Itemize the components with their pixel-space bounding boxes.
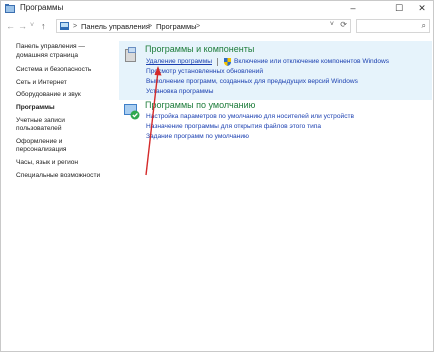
breadcrumb-programs[interactable]: Программы <box>156 21 197 32</box>
sidebar-item-user-accounts[interactable]: пользователей <box>16 125 116 134</box>
search-icon: ⌕ <box>421 21 426 30</box>
sidebar-item-programs[interactable]: Программы <box>16 104 116 113</box>
title-bar: Программы – ☐ ✕ <box>1 1 433 17</box>
shield-icon <box>224 58 231 66</box>
close-button[interactable]: ✕ <box>411 1 433 15</box>
maximize-button[interactable]: ☐ <box>388 1 410 15</box>
control-panel-window: Программы – ☐ ✕ ← → ˅ ↑ > Панель управле… <box>0 0 434 352</box>
sidebar-item-hardware-sound[interactable]: Оборудование и звук <box>16 91 116 100</box>
file-type-association-link[interactable]: Назначение программы для открытия файлов… <box>146 123 321 131</box>
sidebar-item-network[interactable]: Сеть и Интернет <box>16 79 116 88</box>
uninstall-program-link[interactable]: Удаление программы <box>146 58 212 66</box>
turn-windows-features-link[interactable]: Включение или отключение компонентов Win… <box>234 58 389 66</box>
sidebar: Панель управления — домашняя страница Си… <box>16 43 116 180</box>
back-arrow-icon[interactable]: ← <box>6 20 15 32</box>
category-title-default-programs[interactable]: Программы по умолчанию <box>145 100 255 110</box>
sidebar-item-appearance[interactable]: Оформление и <box>16 138 116 147</box>
search-box[interactable]: ⌕ <box>356 19 430 33</box>
breadcrumb-separator: > <box>73 23 78 30</box>
up-arrow-icon[interactable]: ↑ <box>41 20 46 32</box>
install-program-link[interactable]: Установка программы <box>146 88 213 96</box>
sidebar-item-ease-of-access[interactable]: Специальные возможности <box>16 172 116 181</box>
forward-arrow-icon[interactable]: → <box>18 20 27 32</box>
window-title: Программы <box>20 3 64 12</box>
run-older-programs-link[interactable]: Выполнение программ, созданных для преды… <box>146 78 358 86</box>
minimize-button[interactable]: – <box>342 1 364 15</box>
default-programs-icon <box>124 104 140 120</box>
breadcrumb-separator: > <box>196 23 201 30</box>
sidebar-item-user-accounts[interactable]: Учетные записи <box>16 117 116 126</box>
sidebar-item-system-security[interactable]: Система и безопасность <box>16 66 116 75</box>
sidebar-item-appearance[interactable]: персонализация <box>16 146 116 155</box>
sidebar-item-clock-region[interactable]: Часы, язык и регион <box>16 159 116 168</box>
programs-folder-icon <box>5 4 15 13</box>
navigation-bar: ← → ˅ ↑ > Панель управления > Программы … <box>1 17 433 36</box>
refresh-icon[interactable]: ⟳ <box>340 20 347 29</box>
link-separator <box>217 58 218 66</box>
category-title-programs-features[interactable]: Программы и компоненты <box>145 44 254 54</box>
address-bar[interactable]: > Панель управления > Программы > ˅ ⟳ <box>56 19 351 33</box>
sidebar-item-home[interactable]: домашняя страница <box>16 52 116 61</box>
recent-locations-chevron-icon[interactable]: ˅ <box>30 20 34 32</box>
sidebar-item-home[interactable]: Панель управления — <box>16 43 116 52</box>
view-installed-updates-link[interactable]: Просмотр установленных обновлений <box>146 68 263 76</box>
breadcrumb-separator: > <box>148 23 153 30</box>
breadcrumb-control-panel[interactable]: Панель управления <box>81 21 150 32</box>
programs-features-icon <box>125 47 136 62</box>
set-default-programs-link[interactable]: Задание программ по умолчанию <box>146 133 249 141</box>
control-panel-icon <box>60 22 69 30</box>
device-defaults-link[interactable]: Настройка параметров по умолчанию для но… <box>146 113 354 121</box>
address-dropdown-icon[interactable]: ˅ <box>330 21 334 28</box>
